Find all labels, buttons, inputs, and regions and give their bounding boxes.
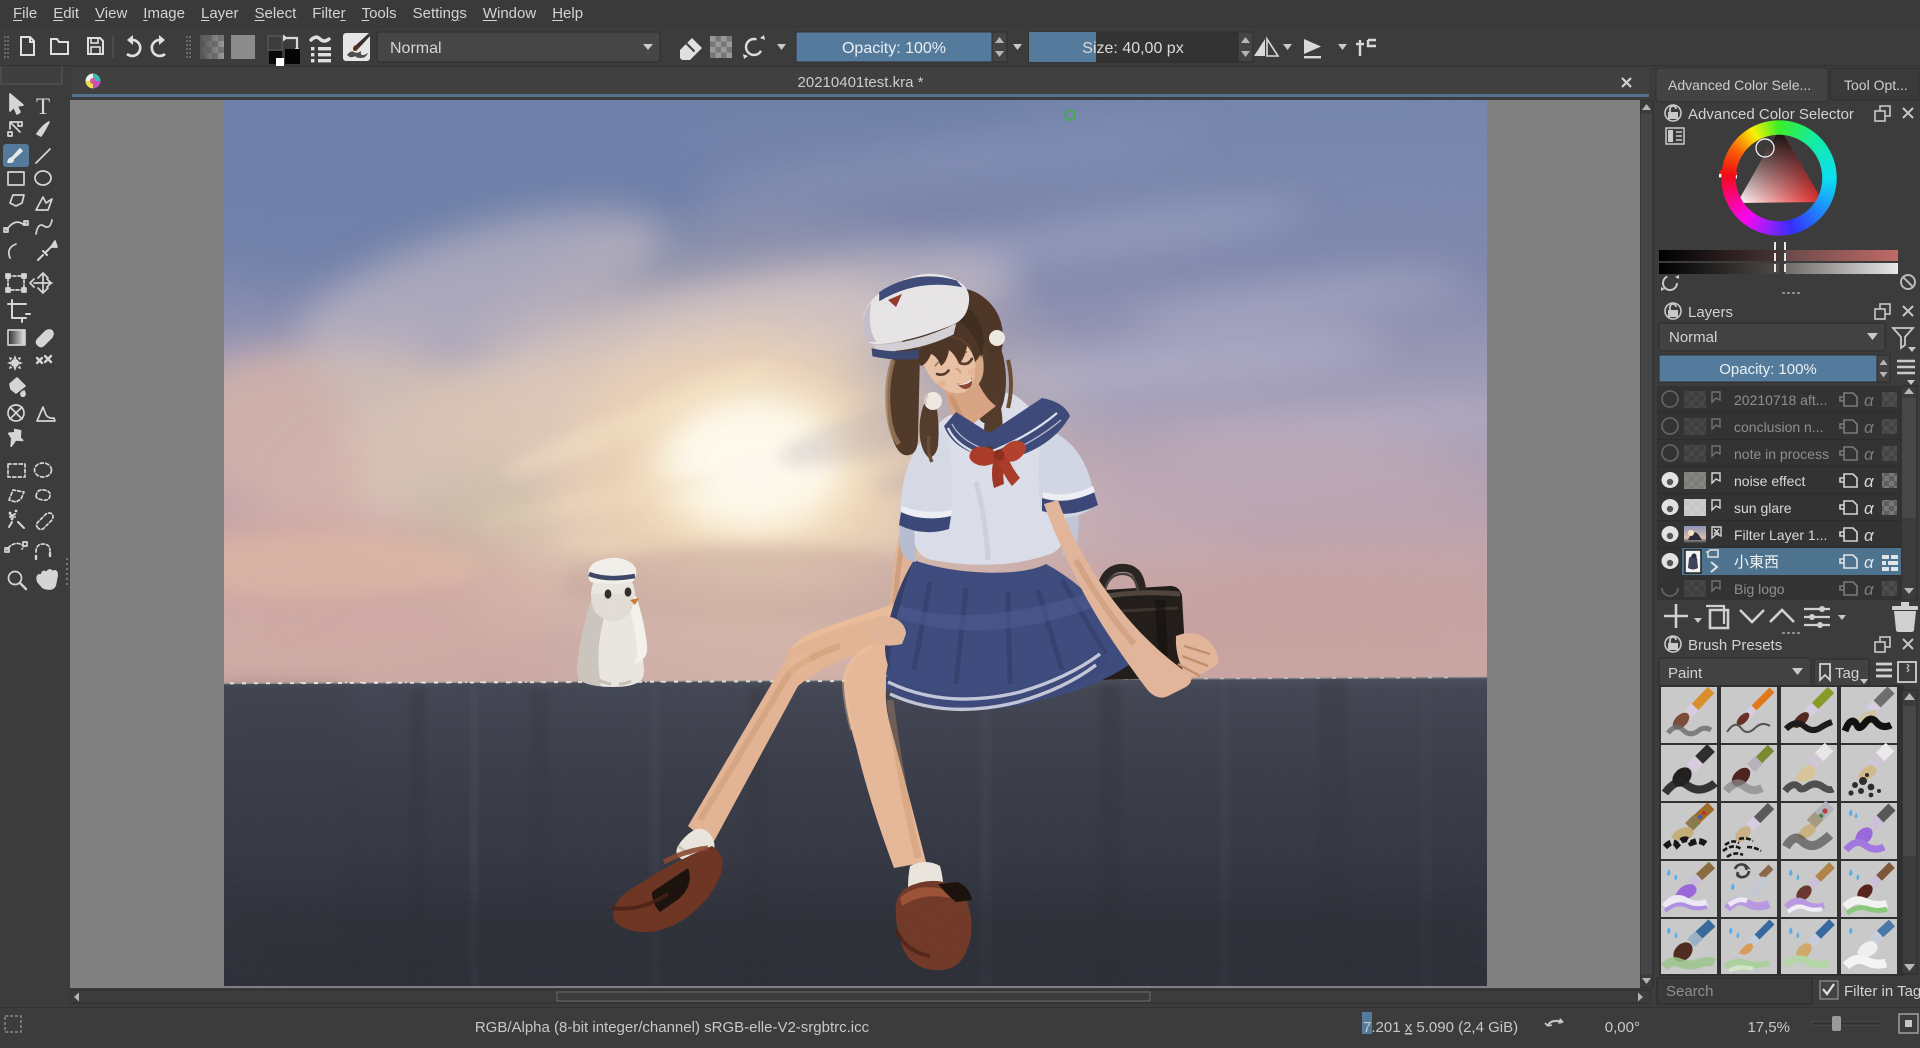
svg-text:小東西: 小東西 — [1734, 554, 1779, 571]
svg-text:sun glare: sun glare — [1734, 500, 1792, 516]
svg-text:note in process: note in process — [1734, 446, 1829, 462]
svg-text:Big logo: Big logo — [1734, 581, 1785, 597]
svg-text:α: α — [1864, 472, 1875, 491]
svg-text:Normal: Normal — [1669, 329, 1717, 346]
svg-text:RGB/Alpha (8-bit integer/chann: RGB/Alpha (8-bit integer/channel) sRGB-e… — [475, 1019, 870, 1036]
svg-text:Advanced Color Sele...: Advanced Color Sele... — [1668, 77, 1811, 93]
svg-text:α: α — [1864, 499, 1875, 518]
svg-text:α: α — [1864, 553, 1875, 572]
svg-text:Filter in Tag: Filter in Tag — [1844, 983, 1920, 1000]
svg-text:Paint: Paint — [1668, 665, 1703, 682]
svg-text:α: α — [1864, 445, 1875, 464]
svg-text:17,5%: 17,5% — [1747, 1019, 1790, 1036]
svg-text:α: α — [1864, 391, 1875, 410]
svg-text:Tool Opt...: Tool Opt... — [1844, 77, 1908, 93]
svg-text:Search: Search — [1666, 983, 1714, 1000]
svg-text:Size: 40,00 px: Size: 40,00 px — [1082, 40, 1183, 57]
svg-text:0,00°: 0,00° — [1605, 1019, 1640, 1036]
svg-text:α: α — [1864, 418, 1875, 437]
svg-text:conclusion n...: conclusion n... — [1734, 419, 1824, 435]
svg-text:Tag: Tag — [1835, 665, 1859, 682]
svg-text:Opacity: 100%: Opacity: 100% — [842, 40, 946, 57]
svg-text:Layers: Layers — [1688, 304, 1733, 321]
svg-text:Normal: Normal — [390, 40, 442, 57]
svg-text:noise effect: noise effect — [1734, 473, 1805, 489]
svg-text:7.201 x 5.090 (2,4 GiB): 7.201 x 5.090 (2,4 GiB) — [1363, 1019, 1518, 1036]
svg-text:α: α — [1864, 580, 1875, 599]
svg-text:20210718 aft...: 20210718 aft... — [1734, 392, 1827, 408]
svg-text:Brush Presets: Brush Presets — [1688, 637, 1782, 654]
svg-text:Opacity: 100%: Opacity: 100% — [1719, 361, 1817, 378]
svg-text:α: α — [1864, 526, 1875, 545]
svg-text:Filter Layer 1...: Filter Layer 1... — [1734, 527, 1827, 543]
svg-text:T: T — [36, 94, 50, 119]
